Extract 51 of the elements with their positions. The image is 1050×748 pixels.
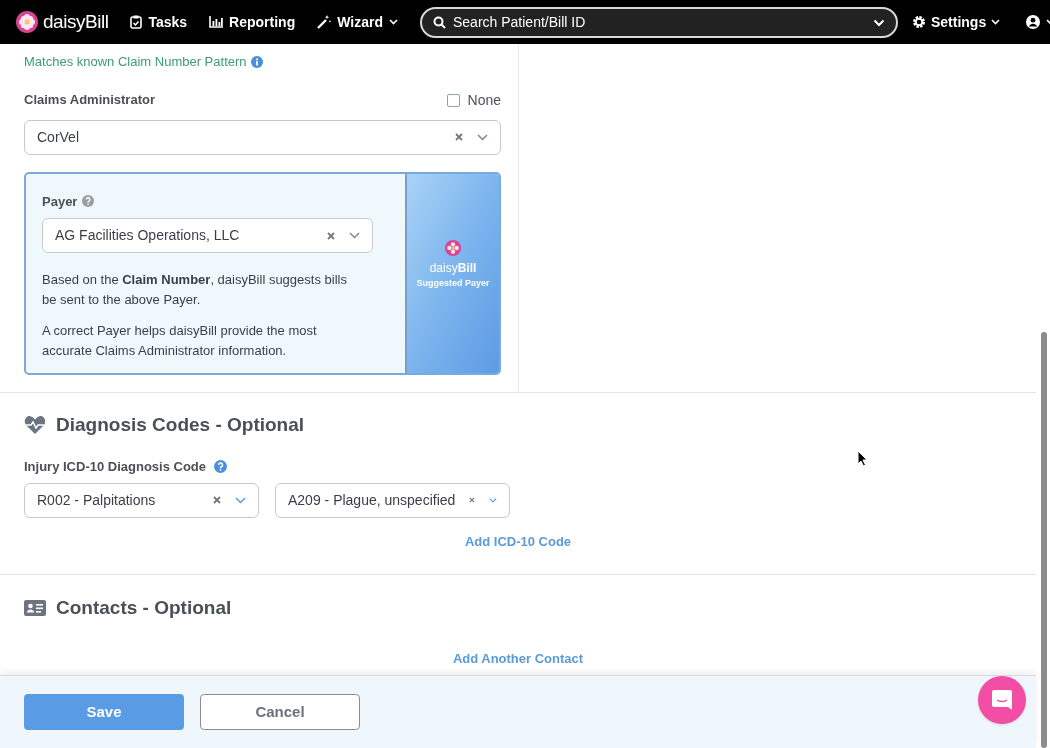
nav-menu-item[interactable]: Wizard <box>317 11 398 33</box>
flower-logo-icon[interactable] <box>16 11 38 33</box>
chevron-down-icon <box>991 19 1001 25</box>
search-field[interactable]: Search Patient/Bill ID <box>420 6 898 38</box>
clear-icon[interactable] <box>455 133 463 141</box>
field-label: Claims Administrator <box>24 91 155 110</box>
cancel-button[interactable]: Cancel <box>200 694 360 730</box>
bar-chart-icon <box>209 16 224 28</box>
select-field[interactable]: AG Facilities Operations, LLC <box>42 218 373 253</box>
chevron-down-icon <box>389 19 398 25</box>
nav-menu-item[interactable]: Tasks <box>130 11 188 33</box>
clear-icon[interactable] <box>213 496 221 504</box>
chevron-down-icon[interactable] <box>477 133 488 141</box>
help-icon[interactable] <box>82 195 95 208</box>
clear-icon[interactable] <box>327 231 335 240</box>
magic-wand-icon <box>317 15 332 29</box>
chevron-down-icon[interactable] <box>235 496 246 504</box>
section-title: Diagnosis Codes - Optional <box>56 412 305 437</box>
payer-hint-text: A correct Payer helps daisyBill provide the most accurate Claims Administrator information. <box>42 322 318 360</box>
mouse-cursor-icon <box>857 450 868 467</box>
scrollbar[interactable] <box>1041 332 1047 748</box>
flower-logo-icon <box>445 239 461 256</box>
user-icon <box>1026 15 1041 29</box>
info-icon[interactable] <box>250 55 263 68</box>
search-icon <box>433 15 446 29</box>
payer-hint-text: Based on the Claim Number, daisyBill suggests bills be sent to the above Payer. <box>42 271 348 309</box>
clear-icon[interactable] <box>469 496 476 504</box>
checkbox-label[interactable]: None <box>467 89 501 111</box>
brand-name[interactable]: daisyBill <box>43 7 109 37</box>
settings-menu[interactable]: Settings <box>912 11 1001 33</box>
select-field[interactable]: R002 - Palpitations <box>24 482 259 518</box>
nav-menu-item[interactable]: Reporting <box>209 11 296 33</box>
brand-name: daisyBill <box>429 259 477 277</box>
chevron-down-icon <box>873 18 885 27</box>
badge-caption: Suggested Payer <box>416 276 490 290</box>
clipboard-check-icon <box>130 15 143 29</box>
claim-pattern-note: Matches known Claim Number Pattern <box>24 53 247 71</box>
field-label: Payer <box>42 192 78 211</box>
user-menu[interactable] <box>1026 15 1050 29</box>
select-field[interactable]: CorVel <box>24 119 501 155</box>
field-label: Injury ICD-10 Diagnosis Code <box>24 458 207 476</box>
chat-icon <box>991 689 1013 711</box>
select-field[interactable]: A209 - Plague, unspecified <box>275 482 510 518</box>
chevron-down-icon[interactable] <box>489 496 497 504</box>
help-icon[interactable] <box>214 460 228 474</box>
section-title: Contacts - Optional <box>56 596 232 620</box>
contact-card-icon <box>24 600 46 617</box>
checkbox[interactable] <box>446 93 460 107</box>
chevron-down-icon[interactable] <box>349 232 360 239</box>
heartbeat-icon <box>24 414 46 435</box>
gear-icon <box>912 15 926 29</box>
